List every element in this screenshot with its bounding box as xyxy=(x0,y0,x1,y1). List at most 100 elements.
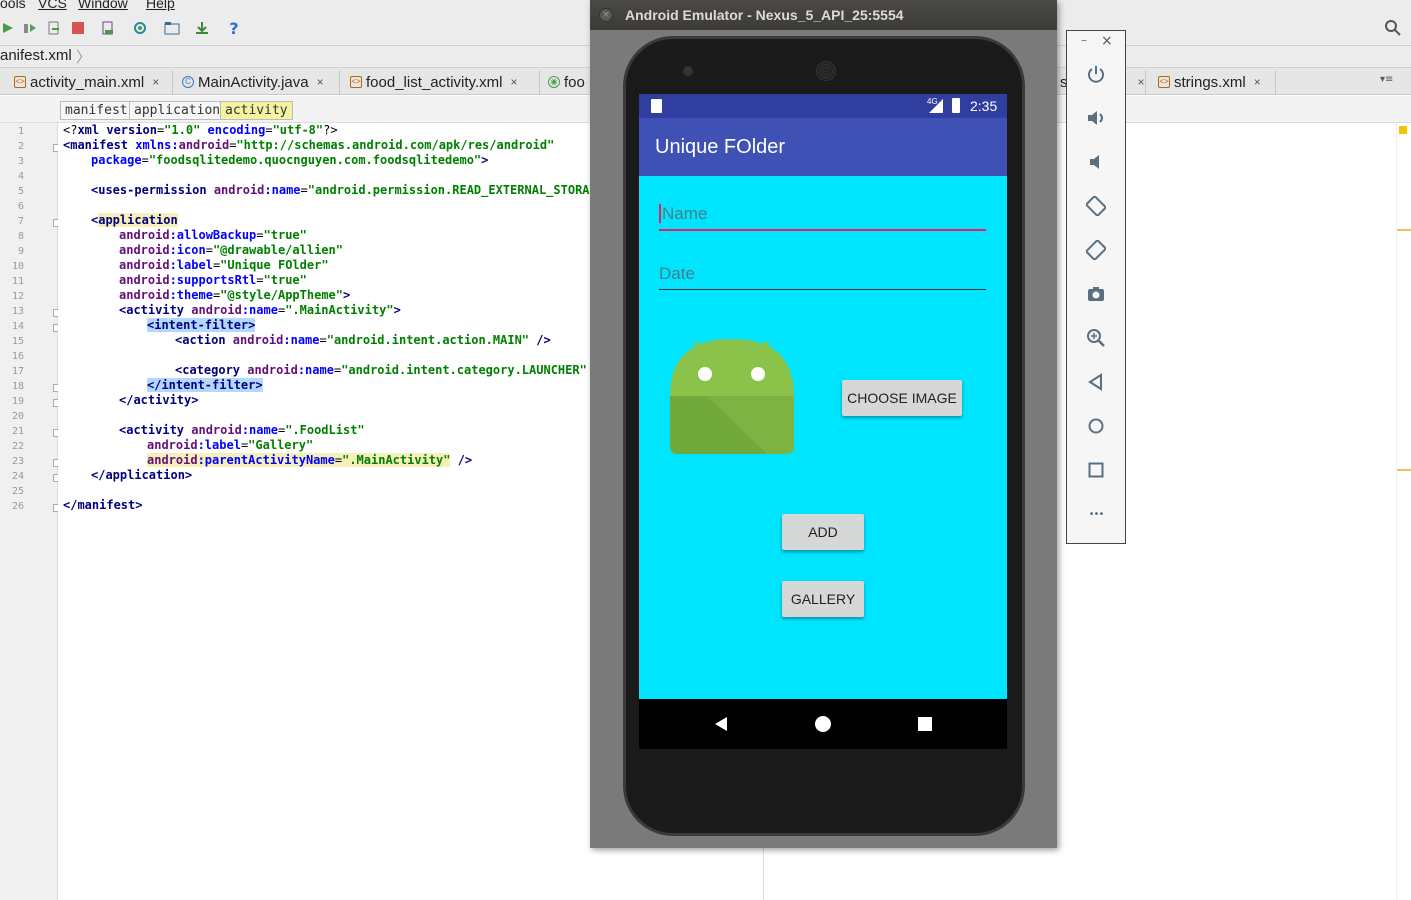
tab-label: foo xyxy=(564,73,585,91)
overview-icon[interactable] xyxy=(1083,457,1109,483)
speaker-grill-icon xyxy=(816,61,836,81)
app-bar: Unique FOlder xyxy=(639,118,1007,176)
stop-icon[interactable] xyxy=(70,20,86,36)
code-line: <application xyxy=(91,213,178,227)
xml-file-icon: <> xyxy=(1158,76,1170,88)
date-input[interactable]: Date xyxy=(659,264,986,290)
code-line: </intent-filter> xyxy=(147,378,263,392)
search-icon[interactable] xyxy=(1385,20,1401,36)
close-tab-icon[interactable]: × xyxy=(1138,75,1145,89)
volume-up-icon[interactable] xyxy=(1083,105,1109,131)
debug-icon[interactable] xyxy=(0,20,16,36)
android-file-icon: ◉ xyxy=(548,76,560,88)
line-number: 12 xyxy=(11,291,24,302)
line-number: 11 xyxy=(11,276,24,287)
tab-label: strings.xml xyxy=(1174,73,1246,91)
line-number: 16 xyxy=(11,351,24,362)
marker[interactable] xyxy=(1397,469,1411,471)
choose-image-button[interactable]: CHOOSE IMAGE xyxy=(842,380,962,416)
nav-back-icon[interactable] xyxy=(713,716,729,732)
close-tab-icon[interactable]: × xyxy=(1254,75,1261,89)
code-line: </manifest> xyxy=(63,498,143,512)
close-window-icon[interactable]: × xyxy=(599,8,613,22)
code-line: <uses-permission android:name="android.p… xyxy=(91,183,612,197)
line-number: 22 xyxy=(11,441,24,452)
date-placeholder: Date xyxy=(659,264,695,283)
code-line: <category android:name="android.intent.c… xyxy=(175,363,609,377)
tab-label: food_list_activity.xml xyxy=(366,73,503,91)
tab-food-list-activity[interactable]: <> food_list_activity.xml × xyxy=(344,70,540,94)
camera-icon[interactable] xyxy=(1083,281,1109,307)
home-icon[interactable] xyxy=(1083,413,1109,439)
code-line: </application> xyxy=(91,468,193,482)
line-number: 21 xyxy=(11,426,24,437)
power-icon[interactable] xyxy=(1083,61,1109,87)
nav-recents-icon[interactable] xyxy=(918,717,932,731)
gallery-button[interactable]: GALLERY xyxy=(782,581,864,617)
project-structure-icon[interactable] xyxy=(164,20,180,36)
java-class-icon: C xyxy=(182,76,194,88)
rotate-left-icon[interactable] xyxy=(1083,193,1109,219)
status-bar: 4G 2:35 xyxy=(639,94,1007,118)
sdk-manager-icon[interactable] xyxy=(194,20,210,36)
line-number: 19 xyxy=(11,396,24,407)
attach-icon[interactable] xyxy=(46,20,62,36)
code-line: <activity android:name=".MainActivity"> xyxy=(119,303,401,317)
line-number: 6 xyxy=(17,201,24,212)
line-number: 23 xyxy=(11,456,24,467)
sync-icon[interactable] xyxy=(132,20,148,36)
zoom-icon[interactable] xyxy=(1083,325,1109,351)
code-line: android:theme="@style/AppTheme"> xyxy=(119,288,351,302)
close-icon[interactable]: × xyxy=(1101,33,1113,49)
line-number: 4 xyxy=(17,171,24,182)
menu-window[interactable]: Window xyxy=(78,0,128,11)
emulator-controls: – × ••• xyxy=(1066,30,1126,544)
code-line: android:label="Unique FOlder" xyxy=(119,258,329,272)
breadcrumb-application[interactable]: application xyxy=(129,101,226,120)
code-line: <action android:name="android.intent.act… xyxy=(175,333,551,347)
emulator-titlebar[interactable]: Android Emulator - Nexus_5_API_25:5554 xyxy=(590,0,1057,30)
menu-help[interactable]: Help xyxy=(146,0,175,11)
line-number: 25 xyxy=(11,486,24,497)
avd-manager-icon[interactable] xyxy=(100,20,116,36)
line-number: 1 xyxy=(17,126,24,137)
name-input[interactable]: Name xyxy=(659,204,986,231)
app-title: Unique FOlder xyxy=(655,135,786,158)
add-button[interactable]: ADD xyxy=(782,514,864,550)
code-line: <activity android:name=".FoodList" xyxy=(119,423,365,437)
line-number: 14 xyxy=(11,321,24,332)
profile-icon[interactable] xyxy=(22,20,38,36)
nav-file[interactable]: anifest.xml xyxy=(0,47,72,64)
battery-icon xyxy=(952,98,960,113)
emulator-window: Android Emulator - Nexus_5_API_25:5554 ×… xyxy=(590,0,1057,848)
error-stripe xyxy=(1396,123,1411,900)
help-icon[interactable]: ? xyxy=(226,19,242,38)
nav-home-icon[interactable] xyxy=(815,716,831,732)
nav-separator-icon: 〉 xyxy=(76,49,92,66)
device-screen[interactable]: 4G 2:35 Unique FOlder Name Date CHOOSE I… xyxy=(639,94,1007,749)
volume-down-icon[interactable] xyxy=(1083,149,1109,175)
breadcrumb-activity[interactable]: activity xyxy=(220,101,293,120)
breadcrumb-manifest[interactable]: manifest xyxy=(60,101,133,120)
tab-list-icon[interactable]: ▾≡ xyxy=(1380,74,1393,85)
line-number: 10 xyxy=(11,261,24,272)
more-icon[interactable]: ••• xyxy=(1083,501,1109,527)
close-tab-icon[interactable]: × xyxy=(152,75,159,89)
system-nav-bar xyxy=(639,699,1007,749)
back-icon[interactable] xyxy=(1083,369,1109,395)
marker[interactable] xyxy=(1397,229,1411,231)
rotate-right-icon[interactable] xyxy=(1083,237,1109,263)
tab-activity-main[interactable]: <> activity_main.xml × xyxy=(8,70,173,94)
close-tab-icon[interactable]: × xyxy=(317,75,324,89)
tab-food-list[interactable]: ◉ foo xyxy=(542,70,592,94)
close-tab-icon[interactable]: × xyxy=(510,75,517,89)
code-line: package="foodsqlitedemo.quocnguyen.com.f… xyxy=(91,153,489,167)
warning-marker[interactable] xyxy=(1399,126,1407,134)
tab-strings[interactable]: <> strings.xml × xyxy=(1152,70,1276,94)
code-line: android:icon="@drawable/allien" xyxy=(119,243,343,257)
menu-tools[interactable]: ools xyxy=(0,0,26,11)
minimize-icon[interactable]: – xyxy=(1081,33,1087,47)
tab-label: activity_main.xml xyxy=(30,73,145,91)
tab-main-activity[interactable]: C MainActivity.java × xyxy=(176,70,340,94)
menu-vcs[interactable]: VCS xyxy=(38,0,67,11)
